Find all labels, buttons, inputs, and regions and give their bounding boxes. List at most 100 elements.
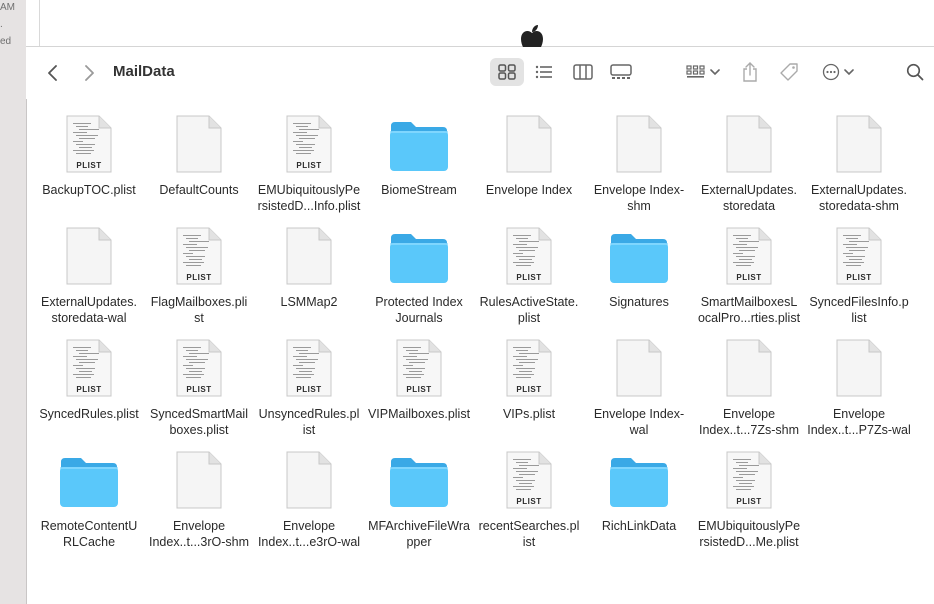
chevron-left-icon — [48, 65, 57, 81]
file-item[interactable]: Envelope Index- shm — [584, 104, 694, 213]
tag-icon — [780, 63, 798, 81]
tag-button[interactable] — [776, 60, 802, 84]
item-icon: PLIST — [279, 338, 339, 400]
plist-badge: PLIST — [186, 273, 212, 282]
apple-logo-icon — [516, 24, 548, 48]
gallery-view-icon — [610, 64, 632, 79]
document-icon — [726, 339, 772, 397]
item-label: EMUbiquitouslyPe rsistedD...Me.plist — [697, 519, 801, 549]
folder-item[interactable]: RemoteContentU RLCache — [34, 440, 144, 549]
item-icon: PLIST — [499, 338, 559, 400]
folder-icon — [60, 458, 118, 507]
item-icon: PLIST — [499, 226, 559, 288]
share-button[interactable] — [738, 59, 762, 85]
chevron-down-icon — [844, 69, 854, 76]
file-item[interactable]: PLIST EMUbiquitouslyPe rsistedD...Info.pl… — [254, 104, 364, 213]
item-icon: PLIST — [719, 226, 779, 288]
folder-icon — [390, 234, 448, 283]
list-view-button[interactable] — [530, 60, 558, 84]
item-label: EMUbiquitouslyPe rsistedD...Info.plist — [257, 183, 361, 213]
item-icon: PLIST — [499, 450, 559, 512]
document-icon — [616, 115, 662, 173]
folder-icon — [610, 458, 668, 507]
item-label: Envelope Index..t...e3rO-wal — [257, 519, 361, 549]
search-icon — [906, 63, 924, 81]
file-item[interactable]: PLIST RulesActiveState. plist — [474, 216, 584, 325]
file-item[interactable]: DefaultCounts — [144, 104, 254, 212]
file-item[interactable]: Envelope Index- wal — [584, 328, 694, 437]
item-icon — [59, 226, 119, 288]
file-item[interactable]: ExternalUpdates. storedata-wal — [34, 216, 144, 325]
file-item[interactable]: PLIST VIPMailboxes.plist — [364, 328, 474, 436]
plist-badge: PLIST — [296, 385, 322, 394]
item-label: Envelope Index..t...3rO-shm — [148, 519, 250, 549]
item-label: Envelope Index- shm — [593, 183, 685, 213]
item-label: Protected Index Journals — [375, 295, 463, 325]
file-item[interactable]: PLIST UnsyncedRules.pl ist — [254, 328, 364, 437]
item-icon — [169, 114, 229, 176]
item-icon — [279, 450, 339, 512]
item-label: recentSearches.pl ist — [478, 519, 580, 549]
file-item[interactable]: Envelope Index..t...7Zs-shm — [694, 328, 804, 437]
folder-item[interactable]: RichLinkData — [584, 440, 694, 548]
item-label: SyncedSmartMail boxes.plist — [150, 407, 248, 437]
folder-item[interactable]: BiomeStream — [364, 104, 474, 212]
file-item[interactable]: PLIST SyncedSmartMail boxes.plist — [144, 328, 254, 437]
file-item[interactable]: LSMMap2 — [254, 216, 364, 324]
file-item[interactable]: PLIST VIPs.plist — [474, 328, 584, 436]
file-item[interactable]: Envelope Index — [474, 104, 584, 212]
folder-item[interactable]: Signatures — [584, 216, 694, 324]
document-icon — [836, 339, 882, 397]
item-label: DefaultCounts — [159, 183, 239, 197]
file-item[interactable]: PLIST EMUbiquitouslyPe rsistedD...Me.plis… — [694, 440, 804, 549]
item-label: BackupTOC.plist — [42, 183, 136, 197]
item-icon — [829, 114, 889, 176]
file-item[interactable]: Envelope Index..t...e3rO-wal — [254, 440, 364, 549]
item-icon: PLIST — [719, 450, 779, 512]
item-icon — [829, 338, 889, 400]
file-item[interactable]: PLIST recentSearches.pl ist — [474, 440, 584, 549]
item-icon — [719, 338, 779, 400]
file-item[interactable]: PLIST BackupTOC.plist — [34, 104, 144, 212]
document-icon — [286, 227, 332, 285]
item-label: LSMMap2 — [280, 295, 338, 309]
file-item[interactable]: Envelope Index..t...3rO-shm — [144, 440, 254, 549]
group-by-button[interactable] — [682, 60, 724, 84]
more-actions-button[interactable] — [818, 60, 858, 84]
file-item[interactable]: Envelope Index..t...P7Zs-wal — [804, 328, 914, 437]
folder-item[interactable]: Protected Index Journals — [364, 216, 474, 325]
document-icon — [506, 115, 552, 173]
file-item[interactable]: PLIST FlagMailboxes.pli st — [144, 216, 254, 325]
item-label: RulesActiveState. plist — [479, 295, 579, 325]
background-text-fragment: AM — [0, 2, 15, 13]
forward-button[interactable] — [78, 62, 100, 84]
item-icon — [279, 226, 339, 288]
item-label: Envelope Index..t...7Zs-shm — [698, 407, 800, 437]
item-icon — [389, 114, 449, 176]
item-icon — [609, 226, 669, 288]
column-view-button[interactable] — [569, 60, 597, 84]
chevron-right-icon — [85, 65, 94, 81]
file-item[interactable]: ExternalUpdates. storedata-shm — [804, 104, 914, 213]
share-icon — [743, 62, 757, 82]
document-icon — [286, 451, 332, 509]
file-item[interactable]: ExternalUpdates. storedata — [694, 104, 804, 213]
file-item[interactable]: PLIST SyncedRules.plist — [34, 328, 144, 436]
item-icon — [609, 338, 669, 400]
item-label: SmartMailboxesL ocalPro...rties.plist — [697, 295, 801, 325]
folder-item[interactable]: MFArchiveFileWra pper — [364, 440, 474, 549]
plist-badge: PLIST — [516, 497, 542, 506]
file-item[interactable]: PLIST SyncedFilesInfo.p list — [804, 216, 914, 325]
item-label: MFArchiveFileWra pper — [368, 519, 470, 549]
icon-view-button[interactable] — [493, 60, 521, 84]
file-item[interactable]: PLIST SmartMailboxesL ocalPro...rties.pli… — [694, 216, 804, 325]
plist-badge: PLIST — [736, 273, 762, 282]
chevron-down-icon — [710, 69, 720, 76]
item-icon: PLIST — [169, 338, 229, 400]
folder-icon — [390, 122, 448, 171]
search-button[interactable] — [903, 60, 927, 84]
back-button[interactable] — [42, 62, 64, 84]
gallery-view-button[interactable] — [607, 60, 635, 84]
file-grid: PLIST BackupTOC.plist DefaultCounts PLIST EM… — [26, 104, 934, 604]
plist-badge: PLIST — [76, 161, 102, 170]
